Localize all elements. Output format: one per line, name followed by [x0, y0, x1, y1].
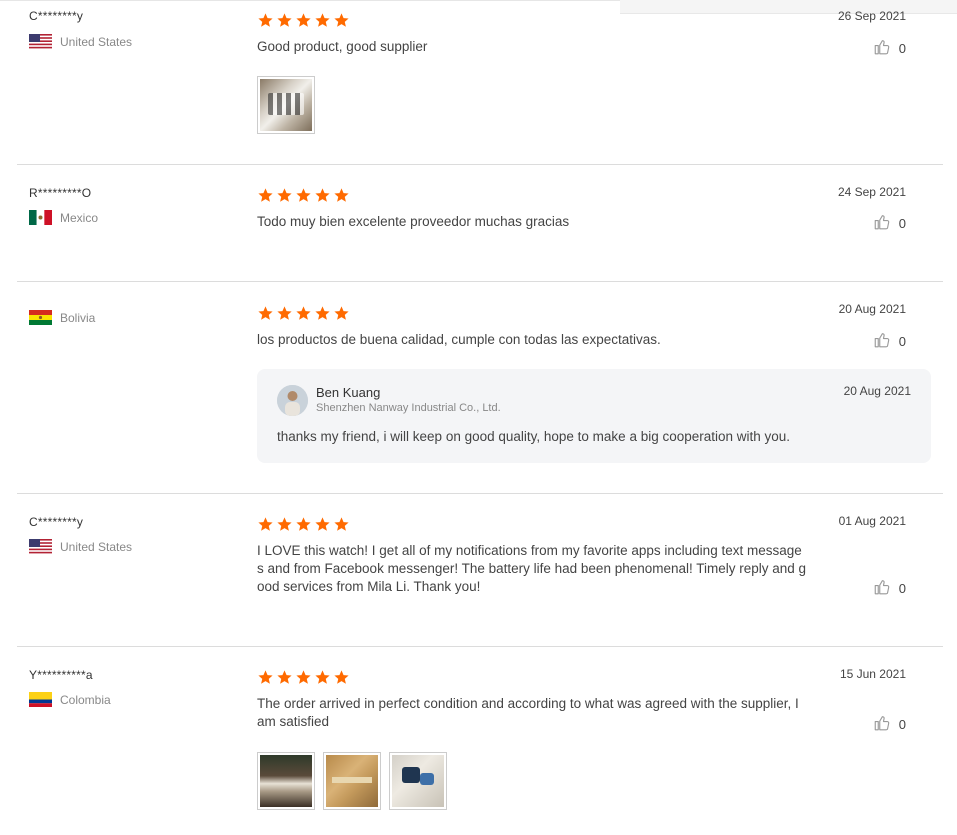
- review-date: 24 Sep 2021: [837, 185, 906, 199]
- review-photos: [257, 76, 315, 134]
- mexico-flag-icon: [29, 210, 52, 225]
- star-icon: [296, 517, 311, 531]
- reviewer-country: Bolivia: [29, 310, 95, 325]
- thumbs-up-icon: [873, 38, 891, 59]
- supplier-company: Shenzhen Nanway Industrial Co., Ltd.: [316, 402, 501, 414]
- review-date: 26 Sep 2021: [837, 9, 906, 23]
- reviewer-country: Colombia: [29, 692, 111, 707]
- review-text-line: s and from Facebook messenger! The batte…: [257, 561, 807, 576]
- supplier-reply: Ben Kuang Shenzhen Nanway Industrial Co.…: [257, 369, 931, 463]
- reviewer-name: Y**********a: [29, 668, 93, 682]
- star-icon: [277, 13, 292, 27]
- rating-stars: [257, 516, 350, 533]
- review-text-line: ood services from Mila Li. Thank you!: [257, 579, 481, 594]
- country-label: United States: [60, 34, 133, 49]
- star-icon: [296, 670, 311, 684]
- star-icon: [334, 517, 349, 531]
- bolivia-flag-icon: [29, 310, 52, 325]
- country-label: United States: [60, 539, 133, 554]
- star-icon: [334, 188, 349, 202]
- supplier-avatar: [277, 385, 308, 416]
- helpful-button[interactable]: 0: [873, 714, 906, 735]
- review-photo[interactable]: [389, 752, 447, 810]
- helpful-count: 0: [898, 717, 906, 732]
- review-text: I LOVE this watch! I get all of my notif…: [257, 542, 817, 596]
- helpful-button[interactable]: 0: [873, 38, 906, 59]
- reviewer-country: United States: [29, 539, 132, 554]
- star-icon: [296, 13, 311, 27]
- star-icon: [258, 13, 273, 27]
- reviewer-name: R*********O: [29, 186, 92, 200]
- star-icon: [277, 188, 292, 202]
- us-flag-icon: [29, 539, 52, 554]
- reviewer-name: C********y: [29, 9, 84, 23]
- star-icon: [334, 13, 349, 27]
- helpful-count: 0: [898, 41, 906, 56]
- reply-text: thanks my friend, i will keep on good qu…: [277, 429, 791, 444]
- review-photo[interactable]: [323, 752, 381, 810]
- review-date: 01 Aug 2021: [838, 514, 906, 528]
- thumbs-up-icon: [873, 213, 891, 234]
- star-icon: [334, 306, 349, 320]
- star-icon: [315, 13, 330, 27]
- helpful-count: 0: [898, 334, 906, 349]
- star-icon: [258, 188, 273, 202]
- rating-stars: [257, 187, 350, 204]
- rating-stars: [257, 669, 350, 686]
- star-icon: [258, 670, 273, 684]
- thumbs-up-icon: [873, 714, 891, 735]
- star-icon: [277, 517, 292, 531]
- review-text-line: I LOVE this watch! I get all of my notif…: [257, 543, 802, 558]
- review-item: R*********O Mexico 24 Sep 2021 Todo muy …: [17, 165, 943, 282]
- reply-date: 20 Aug 2021: [843, 384, 911, 398]
- review-text: los productos de buena calidad, cumple c…: [257, 332, 661, 347]
- country-label: Mexico: [60, 210, 99, 225]
- helpful-button[interactable]: 0: [873, 331, 906, 352]
- helpful-button[interactable]: 0: [873, 213, 906, 234]
- colombia-flag-icon: [29, 692, 52, 707]
- review-item: Y**********a Colombia 15 Jun 2021 The or…: [17, 647, 943, 835]
- review-text: The order arrived in perfect condition a…: [257, 695, 817, 731]
- thumbs-up-icon: [873, 331, 891, 352]
- star-icon: [315, 188, 330, 202]
- us-flag-icon: [29, 34, 52, 49]
- helpful-button[interactable]: 0: [873, 578, 906, 599]
- star-icon: [315, 517, 330, 531]
- review-date: 20 Aug 2021: [838, 302, 906, 316]
- review-text: Todo muy bien excelente proveedor muchas…: [257, 214, 570, 229]
- star-icon: [277, 306, 292, 320]
- review-item: C********y United States 01 Aug 2021 I L…: [17, 494, 943, 647]
- star-icon: [315, 306, 330, 320]
- rating-stars: [257, 12, 350, 29]
- reviewer-country: Mexico: [29, 210, 98, 225]
- review-item: Bolivia 20 Aug 2021 los productos de bue…: [17, 282, 943, 494]
- star-icon: [296, 306, 311, 320]
- star-icon: [315, 670, 330, 684]
- star-icon: [296, 188, 311, 202]
- review-photos: [257, 752, 447, 810]
- helpful-count: 0: [898, 581, 906, 596]
- reviewer-country: United States: [29, 34, 132, 49]
- review-item: C********y United States 26 Sep 2021 Goo…: [17, 0, 943, 165]
- review-date: 15 Jun 2021: [839, 667, 906, 681]
- review-photo[interactable]: [257, 76, 315, 134]
- country-label: Bolivia: [60, 310, 96, 325]
- supplier-name: Ben Kuang: [316, 385, 381, 400]
- helpful-count: 0: [898, 216, 906, 231]
- star-icon: [277, 670, 292, 684]
- thumbs-up-icon: [873, 578, 891, 599]
- star-icon: [334, 670, 349, 684]
- star-icon: [258, 517, 273, 531]
- rating-stars: [257, 305, 350, 322]
- star-icon: [258, 306, 273, 320]
- review-text: Good product, good supplier: [257, 39, 428, 54]
- review-text-line: am satisfied: [257, 714, 330, 729]
- review-text-line: The order arrived in perfect condition a…: [257, 696, 799, 711]
- country-label: Colombia: [60, 692, 111, 707]
- reviewer-name: C********y: [29, 515, 84, 529]
- review-photo[interactable]: [257, 752, 315, 810]
